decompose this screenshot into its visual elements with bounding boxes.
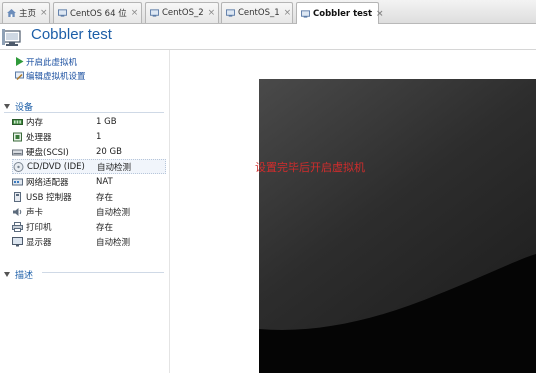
tab-label: CentOS_1 — [238, 8, 280, 18]
device-name: 网络适配器 — [26, 177, 69, 188]
vm-icon — [226, 9, 235, 17]
tab-label: CentOS 64 位 — [70, 9, 127, 19]
tab-centos-2[interactable]: CentOS_2 × — [145, 2, 219, 23]
tab-home[interactable]: 主页 × — [2, 2, 50, 23]
collapse-triangle-icon[interactable] — [4, 104, 10, 109]
processor-icon — [13, 132, 22, 141]
settings-icon — [15, 71, 24, 80]
device-value: 存在 — [96, 222, 114, 233]
description-section-header[interactable]: 描述 — [4, 268, 33, 281]
vm-details-pane: 开启此虚拟机 编辑虚拟机设置 设备 内存 1 GB 处理器 1 硬盘(SCSI)… — [0, 50, 170, 373]
tab-cobbler-test[interactable]: Cobbler test × — [296, 2, 384, 24]
edit-settings-label: 编辑虚拟机设置 — [26, 71, 86, 82]
tab-centos-64[interactable]: CentOS 64 位 × — [53, 2, 142, 23]
close-icon[interactable]: × — [204, 8, 216, 18]
tab-label: Cobbler test — [313, 8, 373, 19]
hard-disk-icon — [12, 149, 23, 155]
device-name: 显示器 — [26, 237, 52, 248]
vm-icon — [150, 9, 159, 17]
vm-icon — [58, 9, 67, 17]
network-adapter-icon — [12, 178, 23, 185]
play-icon — [16, 57, 24, 66]
device-value: 自动检测 — [97, 162, 132, 173]
section-divider — [42, 272, 164, 273]
device-row-processor[interactable]: 处理器 1 — [12, 129, 166, 144]
device-value: NAT — [96, 176, 113, 187]
page-title: Cobbler test — [31, 26, 112, 43]
close-icon[interactable]: × — [280, 8, 292, 18]
display-icon — [12, 236, 23, 246]
device-row-memory[interactable]: 内存 1 GB — [12, 114, 166, 129]
device-row-sound-card[interactable]: 声卡 自动检测 — [12, 204, 166, 219]
device-value: 自动检测 — [96, 237, 131, 248]
device-row-hard-disk[interactable]: 硬盘(SCSI) 20 GB — [12, 144, 166, 159]
device-value: 1 GB — [96, 116, 117, 127]
device-value: 自动检测 — [96, 207, 131, 218]
tab-centos-1[interactable]: CentOS_1 × — [221, 2, 293, 23]
sound-card-icon — [13, 207, 22, 216]
device-value: 1 — [96, 131, 102, 142]
device-row-printer[interactable]: 打印机 存在 — [12, 219, 166, 234]
close-icon[interactable]: × — [127, 8, 139, 18]
device-row-usb[interactable]: USB 控制器 存在 — [12, 189, 166, 204]
device-row-network-adapter[interactable]: 网络适配器 NAT — [12, 174, 166, 189]
close-icon[interactable]: × — [36, 8, 48, 18]
usb-icon — [14, 191, 21, 202]
vm-screen-graphic — [259, 79, 536, 373]
power-on-link[interactable]: 开启此虚拟机 — [15, 56, 78, 68]
home-icon — [7, 9, 16, 17]
tab-bar: 主页 × CentOS 64 位 × CentOS_2 × CentOS_1 ×… — [0, 0, 536, 24]
tab-label: 主页 — [19, 9, 37, 19]
device-value: 存在 — [96, 192, 114, 203]
device-name: USB 控制器 — [26, 192, 72, 203]
device-name: 打印机 — [26, 222, 52, 233]
device-row-display[interactable]: 显示器 自动检测 — [12, 234, 166, 249]
device-name: 声卡 — [26, 207, 44, 218]
device-name: 处理器 — [26, 132, 52, 143]
edit-settings-link[interactable]: 编辑虚拟机设置 — [15, 70, 86, 82]
memory-icon — [12, 118, 23, 125]
device-value: 20 GB — [96, 146, 122, 157]
annotation-text: 设置完毕后开启虚拟机 — [255, 161, 365, 174]
cd-dvd-icon — [13, 161, 24, 172]
close-icon[interactable]: × — [372, 9, 384, 19]
vm-icon — [301, 9, 310, 18]
device-row-cd-dvd[interactable]: CD/DVD (IDE) 自动检测 — [12, 159, 166, 174]
device-name: 内存 — [26, 117, 44, 128]
tab-label: CentOS_2 — [162, 8, 204, 18]
collapse-triangle-icon[interactable] — [4, 272, 10, 277]
description-section-title: 描述 — [15, 271, 34, 281]
power-on-label: 开启此虚拟机 — [26, 57, 78, 68]
virtual-machine-icon — [2, 29, 21, 46]
device-name: CD/DVD (IDE) — [27, 161, 85, 172]
vm-screen-preview[interactable] — [259, 79, 536, 373]
device-name: 硬盘(SCSI) — [26, 147, 69, 158]
printer-icon — [12, 221, 23, 232]
section-divider — [4, 112, 164, 113]
